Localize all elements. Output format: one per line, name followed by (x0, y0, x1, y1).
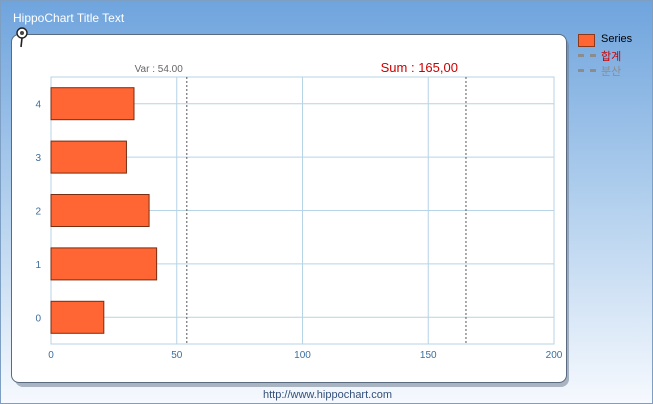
legend-swatch-series (578, 34, 595, 47)
bar-chart: Sum : 165,00 Var : 54.00 0 50 100 150 200 0 1 2 3 4 (35, 60, 563, 361)
legend-label-series: Series (601, 33, 633, 45)
reference-label-sum: Sum : 165,00 (381, 60, 458, 75)
legend-label-sum: 합계 (601, 51, 622, 63)
bar-2 (50, 194, 150, 227)
y-tick-label: 3 (35, 153, 41, 164)
y-tick-label: 0 (35, 313, 41, 324)
bar-3 (50, 140, 127, 174)
x-tick-label: 100 (294, 350, 311, 361)
reference-label-var: Var : 54.00 (135, 64, 184, 75)
x-tick-label: 50 (171, 350, 183, 361)
footer-url: http://www.hippochart.com (262, 389, 392, 401)
y-tick-label: 2 (35, 207, 41, 218)
bar-1 (50, 247, 158, 281)
bar-0 (50, 300, 105, 334)
legend-label-var: 분산 (601, 66, 622, 78)
x-tick-label: 200 (546, 350, 563, 361)
legend-dash-sum (578, 54, 596, 57)
y-tick-label: 1 (35, 260, 41, 271)
y-tick-label: 4 (35, 100, 41, 111)
bar-4 (50, 87, 135, 121)
chart-frame: HippoChart Title Text Sum : 165,00 Var : … (0, 0, 653, 404)
x-tick-label: 0 (48, 350, 54, 361)
legend-dash-var (578, 69, 596, 72)
x-tick-label: 150 (420, 350, 437, 361)
